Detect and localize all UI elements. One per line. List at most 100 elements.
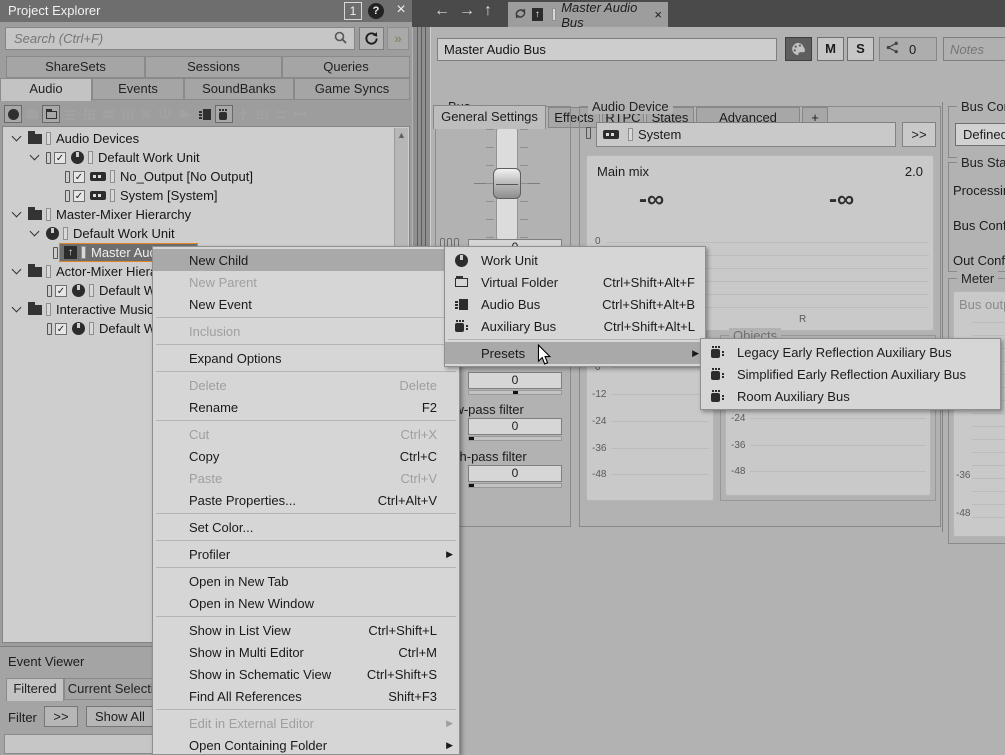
menu-item-new-parent[interactable]: New Parent▶ (153, 271, 459, 293)
window-number-badge[interactable]: 1 (344, 2, 362, 20)
advanced-search-button[interactable]: » (387, 27, 409, 50)
hpf-track[interactable] (468, 483, 562, 488)
submenu-item-virtual-folder[interactable]: Virtual FolderCtrl+Shift+Alt+F (445, 271, 705, 293)
tree-row-master-mixer-hierarchy[interactable]: Master-Mixer Hierarchy (3, 205, 191, 224)
table-icon[interactable] (253, 105, 271, 123)
fader-icon[interactable] (118, 105, 136, 123)
close-icon[interactable]: × (392, 1, 410, 19)
tab-sessions[interactable]: Sessions (145, 56, 282, 78)
mute-button[interactable]: M (817, 37, 844, 61)
physical-folder-icon[interactable] (42, 105, 60, 123)
preset-legacy-early-reflection[interactable]: Legacy Early Reflection Auxiliary Bus (701, 341, 1000, 363)
checkbox[interactable]: ✓ (55, 323, 67, 335)
nav-forward-icon[interactable]: → (459, 2, 475, 20)
menu-item-paste[interactable]: PasteCtrl+V (153, 467, 459, 489)
preset-room-auxiliary-bus[interactable]: Room Auxiliary Bus (701, 385, 1000, 407)
menu-item-show-in-schematic-view[interactable]: Show in Schematic ViewCtrl+Shift+S (153, 663, 459, 685)
project-explorer-titlebar[interactable]: Project Explorer 1 ? × (0, 0, 412, 22)
menu-item-rename[interactable]: RenameF2 (153, 396, 459, 418)
folder-icon[interactable] (23, 105, 41, 123)
reference-count-box[interactable]: 0 (879, 37, 937, 61)
refresh-search-button[interactable] (359, 27, 384, 50)
tree-row-default-work-unit-devices[interactable]: ✓Default Work Unit (3, 148, 200, 167)
menu-item-new-child[interactable]: New Child▶ (153, 249, 459, 271)
new-work-unit-button[interactable] (4, 105, 22, 123)
scroll-up-icon[interactable]: ▲ (397, 130, 406, 140)
menu-item-open-in-new-window[interactable]: Open in New Window (153, 592, 459, 614)
menu-item-show-in-list-view[interactable]: Show in List ViewCtrl+Shift+L (153, 619, 459, 641)
object-name-field[interactable] (437, 38, 777, 61)
audio-bus-icon[interactable] (196, 105, 214, 123)
tab-filtered[interactable]: Filtered (6, 678, 64, 701)
tab-game-syncs[interactable]: Game Syncs (294, 78, 410, 100)
aux-bus-icon[interactable] (215, 105, 233, 123)
phone-icon[interactable] (175, 105, 193, 123)
tab-queries[interactable]: Queries (282, 56, 410, 78)
grid-icon[interactable] (80, 105, 98, 123)
tab-general-settings[interactable]: General Settings (433, 105, 546, 129)
menu-item-set-color[interactable]: Set Color... (153, 516, 459, 538)
submenu-item-work-unit[interactable]: Work Unit (445, 249, 705, 271)
close-tab-icon[interactable]: × (654, 7, 662, 22)
solo-button[interactable]: S (847, 37, 874, 61)
tab-audio[interactable]: Audio (0, 78, 92, 101)
swap-icon[interactable] (272, 105, 290, 123)
audio-device-selector[interactable]: System (596, 122, 896, 147)
submenu-item-presets[interactable]: Presets▶ (445, 342, 705, 364)
submenu-item-audio-bus[interactable]: Audio BusCtrl+Shift+Alt+B (445, 293, 705, 315)
document-tab-master-audio-bus[interactable]: ↑ Master Audio Bus × (508, 2, 668, 27)
chevron-down-icon[interactable] (30, 151, 40, 161)
menu-item-copy[interactable]: CopyCtrl+C (153, 445, 459, 467)
nav-back-icon[interactable]: ← (434, 2, 450, 20)
chevron-down-icon[interactable] (12, 208, 22, 218)
menu-item-delete[interactable]: DeleteDelete (153, 374, 459, 396)
lpf-value[interactable]: 0 (468, 418, 562, 435)
menu-item-expand-options[interactable]: Expand Options▶ (153, 347, 459, 369)
menu-item-cut[interactable]: CutCtrl+X (153, 423, 459, 445)
menu-item-open-containing-folder[interactable]: Open Containing Folder▶ (153, 734, 459, 755)
menu-item-find-all-references[interactable]: Find All ReferencesShift+F3 (153, 685, 459, 707)
menu-item-open-in-new-tab[interactable]: Open in New Tab (153, 570, 459, 592)
notes-field[interactable] (943, 37, 1005, 61)
sliders-icon[interactable] (61, 105, 79, 123)
tab-events[interactable]: Events (92, 78, 184, 100)
menu-item-paste-properties[interactable]: Paste Properties...Ctrl+Alt+V (153, 489, 459, 511)
tree-row-default-work-unit-master[interactable]: Default Work Unit (3, 224, 175, 243)
tree-row-audio-devices[interactable]: Audio Devices (3, 129, 139, 148)
scissors-icon[interactable] (137, 105, 155, 123)
tree-row-system[interactable]: ✓System [System] (3, 186, 218, 205)
chevron-down-icon[interactable] (12, 132, 22, 142)
menu-item-show-in-multi-editor[interactable]: Show in Multi EditorCtrl+M (153, 641, 459, 663)
chevron-down-icon[interactable] (12, 303, 22, 313)
menu-item-profiler[interactable]: Profiler▶ (153, 543, 459, 565)
color-picker-button[interactable] (785, 37, 812, 61)
hpf-value[interactable]: 0 (468, 465, 562, 482)
list-icon[interactable] (99, 105, 117, 123)
tree-row-no-output[interactable]: ✓No_Output [No Output] (3, 167, 253, 186)
filter-expand-button[interactable]: >> (44, 706, 78, 727)
tab-sharesets[interactable]: ShareSets (6, 56, 145, 78)
voice-value[interactable]: 0 (468, 372, 562, 389)
menu-item-new-event[interactable]: New Event▶ (153, 293, 459, 315)
checkbox[interactable]: ✓ (73, 190, 85, 202)
resize-icon[interactable] (291, 105, 309, 123)
preset-simplified-early-reflection[interactable]: Simplified Early Reflection Auxiliary Bu… (701, 363, 1000, 385)
checkbox[interactable]: ✓ (54, 152, 66, 164)
lpf-track[interactable] (468, 436, 562, 441)
menu-item-inclusion[interactable]: Inclusion▶ (153, 320, 459, 342)
claw-icon[interactable] (156, 105, 174, 123)
pin-icon[interactable] (234, 105, 252, 123)
menu-item-edit-in-external-editor[interactable]: Edit in External Editor▶ (153, 712, 459, 734)
chevron-down-icon[interactable] (12, 265, 22, 275)
checkbox[interactable]: ✓ (73, 171, 85, 183)
voice-track[interactable] (468, 390, 562, 395)
checkbox[interactable]: ✓ (55, 285, 67, 297)
chevron-down-icon[interactable] (30, 227, 40, 237)
submenu-item-auxiliary-bus[interactable]: Auxiliary BusCtrl+Shift+Alt+L (445, 315, 705, 337)
search-input[interactable] (5, 27, 355, 50)
help-icon[interactable]: ? (368, 3, 384, 19)
bus-config-dropdown[interactable]: Defined (955, 123, 1005, 146)
bus-volume-slider-thumb[interactable] (493, 168, 521, 199)
tab-soundbanks[interactable]: SoundBanks (184, 78, 294, 100)
device-expand-button[interactable]: >> (902, 122, 936, 147)
